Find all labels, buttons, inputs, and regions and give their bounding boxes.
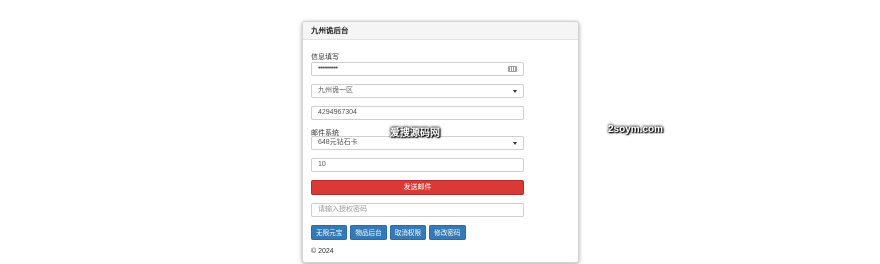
account-id-value: 4294967304: [318, 109, 357, 116]
password-input[interactable]: ••••••••••: [311, 62, 524, 76]
chevron-down-icon: [513, 142, 517, 145]
quantity-value: 10: [318, 161, 326, 168]
unlimited-yuanbao-button[interactable]: 无限元宝: [311, 225, 348, 240]
watermark-right: 2soym.com: [608, 124, 664, 135]
auth-password-placeholder: 请输入授权密码: [318, 206, 367, 213]
action-button-row: 无限元宝 物品后台 取消权限 修改密码: [311, 225, 469, 240]
revoke-permission-button[interactable]: 取消权限: [389, 225, 427, 240]
watermark-center: 爱搜源码网: [390, 128, 440, 139]
account-id-input[interactable]: 4294967304: [311, 106, 524, 120]
server-select[interactable]: 九州诡一区: [311, 84, 524, 98]
password-value: ••••••••••: [318, 65, 338, 72]
chevron-down-icon: [513, 90, 517, 93]
keyboard-icon[interactable]: [508, 66, 517, 72]
footer-copyright: © 2024: [311, 248, 334, 255]
change-password-button[interactable]: 修改密码: [429, 225, 466, 240]
item-select-value: 648元钻石卡: [318, 139, 358, 146]
item-backend-button[interactable]: 物品后台: [350, 225, 387, 240]
send-mail-button[interactable]: 发送邮件: [311, 180, 524, 195]
auth-password-input[interactable]: 请输入授权密码: [311, 203, 524, 217]
quantity-input[interactable]: 10: [311, 158, 524, 172]
info-section-label: 信息填写: [311, 54, 339, 61]
server-select-value: 九州诡一区: [318, 87, 353, 94]
panel-title: 九州诡后台: [303, 22, 578, 40]
admin-panel: 九州诡后台 信息填写 •••••••••• 九州诡一区 4294967304 邮…: [302, 21, 579, 263]
